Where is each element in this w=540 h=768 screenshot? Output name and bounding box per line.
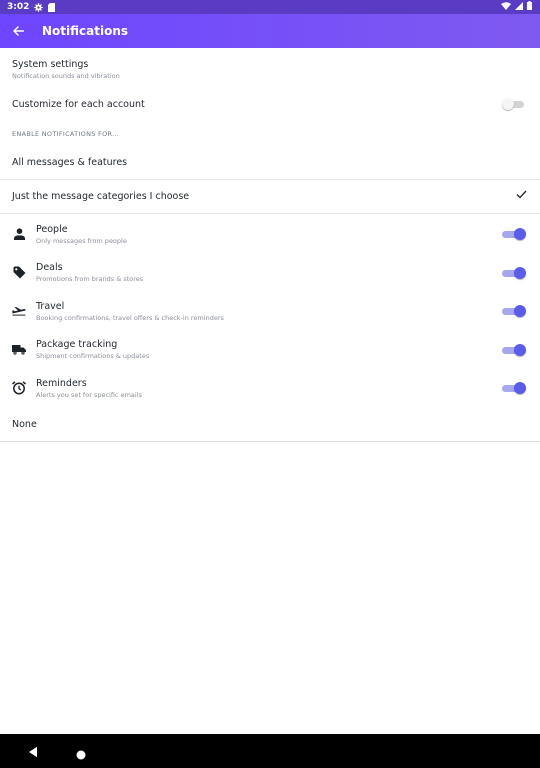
reminders-toggle[interactable] <box>502 382 526 394</box>
back-arrow-icon[interactable] <box>8 21 28 41</box>
category-title: Travel <box>36 300 65 312</box>
system-settings-row[interactable]: System settings Notification sounds and … <box>0 48 540 88</box>
category-row-travel[interactable]: Travel Booking confirmations, travel off… <box>0 292 540 331</box>
package-tracking-toggle[interactable] <box>502 343 526 356</box>
none-label: None <box>12 418 37 430</box>
toggle-knob <box>514 343 526 356</box>
toggle-knob <box>514 266 526 279</box>
category-title: Package tracking <box>36 339 118 351</box>
option-none[interactable]: None <box>0 408 540 442</box>
customize-toggle[interactable] <box>502 98 526 110</box>
tag-icon <box>12 266 26 280</box>
system-settings-title: System settings <box>12 59 89 70</box>
signal-icon <box>515 1 523 13</box>
alarm-clock-icon <box>12 381 26 395</box>
category-title: Deals <box>36 262 63 274</box>
person-icon <box>12 227 26 241</box>
battery-icon <box>527 1 532 13</box>
wifi-icon <box>501 1 511 13</box>
toggle-knob <box>514 382 526 394</box>
option-label: Just the message categories I choose <box>12 191 190 202</box>
settings-list: System settings Notification sounds and … <box>0 48 540 442</box>
sim-card-icon <box>48 2 56 12</box>
settings-gear-icon <box>34 2 44 12</box>
category-title: People <box>36 223 68 235</box>
category-subtitle: Booking confirmations, travel offers & c… <box>36 313 224 322</box>
category-subtitle: Only messages from people <box>36 236 127 245</box>
option-label: All messages & features <box>12 157 128 168</box>
category-row-package-tracking[interactable]: Package tracking Shipment confirmations … <box>0 331 540 370</box>
category-row-people[interactable]: People Only messages from people <box>0 215 540 254</box>
checkmark-icon <box>516 190 527 202</box>
toggle-knob <box>514 305 526 317</box>
category-subtitle: Shipment confirmations & updates <box>36 352 150 361</box>
option-all-messages[interactable]: All messages & features <box>0 146 540 180</box>
category-subtitle: Alerts you set for specific emails <box>36 390 142 399</box>
system-settings-subtitle: Notification sounds and vibration <box>12 72 120 80</box>
option-chosen-categories[interactable]: Just the message categories I choose <box>0 180 540 214</box>
section-header: ENABLE NOTIFICATIONS FOR... <box>12 129 120 138</box>
nav-home-icon[interactable] <box>76 745 86 764</box>
nav-back-icon[interactable] <box>28 743 38 762</box>
app-bar: Notifications <box>0 14 540 48</box>
page-title: Notifications <box>42 24 129 38</box>
category-title: Reminders <box>36 377 87 389</box>
category-row-deals[interactable]: Deals Promotions from brands & stores <box>0 254 540 293</box>
toggle-knob <box>514 228 526 240</box>
deals-toggle[interactable] <box>502 266 526 279</box>
customize-label: Customize for each account <box>12 99 145 110</box>
category-row-reminders[interactable]: Reminders Alerts you set for specific em… <box>0 369 540 408</box>
status-time: 3:02 <box>7 2 30 12</box>
people-toggle[interactable] <box>502 228 526 240</box>
customize-row[interactable]: Customize for each account <box>0 88 540 121</box>
truck-icon <box>12 343 26 357</box>
airplane-icon <box>12 304 26 318</box>
navigation-bar <box>0 734 540 768</box>
status-bar: 3:02 <box>0 0 540 14</box>
travel-toggle[interactable] <box>502 305 526 317</box>
toggle-knob <box>502 98 514 110</box>
category-subtitle: Promotions from brands & stores <box>36 275 144 284</box>
